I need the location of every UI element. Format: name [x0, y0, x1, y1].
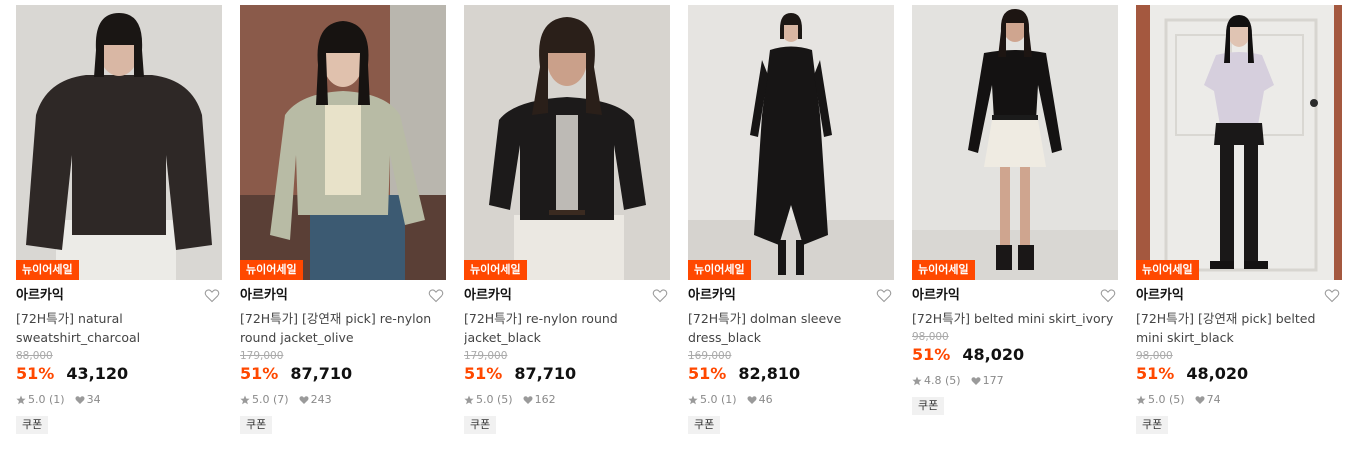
product-image[interactable]: 뉴이어세일 [1136, 5, 1342, 280]
coupon-tag: 쿠폰 [464, 416, 497, 434]
product-photo [240, 5, 446, 280]
sale-badge: 뉴이어세일 [16, 260, 79, 280]
product-card[interactable]: 뉴이어세일 아르카익 [72H특가] belted mini skirt_ivo… [912, 5, 1118, 415]
product-card[interactable]: 뉴이어세일 아르카익 [72H특가] re-nylon round jacket… [464, 5, 670, 434]
rating-value: 5.0 [28, 393, 46, 406]
discount-rate: 51% [688, 364, 727, 383]
product-image[interactable]: 뉴이어세일 [240, 5, 446, 280]
product-name[interactable]: [72H특가] [강연재 pick] re-nylon round jacket… [240, 309, 446, 347]
rating-value: 5.0 [1148, 393, 1166, 406]
like-count: 243 [310, 393, 332, 406]
discount-rate: 51% [1136, 364, 1175, 383]
original-price: 98,000 [1136, 350, 1173, 362]
like-count: 177 [982, 374, 1004, 387]
wishlist-heart-icon[interactable] [652, 288, 668, 303]
original-price: 88,000 [16, 350, 53, 362]
product-card[interactable]: 뉴이어세일 아르카익 [72H특가] [강연재 pick] belted min… [1136, 5, 1342, 434]
product-photo [16, 5, 222, 280]
sale-price: 48,020 [1186, 364, 1249, 383]
product-name[interactable]: [72H특가] re-nylon round jacket_black [464, 309, 670, 347]
brand-name[interactable]: 아르카익 [240, 288, 288, 303]
like-heart-icon [75, 396, 85, 404]
original-price: 98,000 [912, 331, 949, 343]
rating-value: 5.0 [252, 393, 270, 406]
wishlist-heart-icon[interactable] [1324, 288, 1340, 303]
wishlist-heart-icon[interactable] [428, 288, 444, 303]
original-price: 179,000 [464, 350, 508, 362]
product-image[interactable]: 뉴이어세일 [912, 5, 1118, 280]
product-image[interactable]: 뉴이어세일 [688, 5, 894, 280]
discount-rate: 51% [912, 345, 951, 364]
product-card[interactable]: 뉴이어세일 아르카익 [72H특가] natural sweatshirt_ch… [16, 5, 222, 434]
product-name[interactable]: [72H특가] natural sweatshirt_charcoal [16, 309, 222, 347]
like-count: 162 [534, 393, 556, 406]
product-photo [464, 5, 670, 280]
product-photo [912, 5, 1118, 280]
star-icon [464, 395, 474, 405]
like-heart-icon [523, 396, 533, 404]
review-count: (5) [1169, 393, 1185, 406]
wishlist-heart-icon[interactable] [876, 288, 892, 303]
product-image[interactable]: 뉴이어세일 [464, 5, 670, 280]
product-name[interactable]: [72H특가] [강연재 pick] belted mini skirt_bla… [1136, 309, 1342, 347]
sale-badge: 뉴이어세일 [688, 260, 751, 280]
like-heart-icon [971, 377, 981, 385]
sale-badge: 뉴이어세일 [912, 260, 975, 280]
sale-price: 87,710 [514, 364, 577, 383]
sale-price: 43,120 [66, 364, 129, 383]
product-image[interactable]: 뉴이어세일 [16, 5, 222, 280]
rating-value: 4.8 [924, 374, 942, 387]
star-icon [688, 395, 698, 405]
sale-badge: 뉴이어세일 [464, 260, 527, 280]
review-count: (5) [497, 393, 513, 406]
coupon-tag: 쿠폰 [688, 416, 721, 434]
like-heart-icon [1195, 396, 1205, 404]
product-card[interactable]: 뉴이어세일 아르카익 [72H특가] dolman sleeve dress_b… [688, 5, 894, 434]
product-name[interactable]: [72H특가] belted mini skirt_ivory [912, 309, 1118, 328]
discount-rate: 51% [240, 364, 279, 383]
like-count: 34 [86, 393, 101, 406]
star-icon [240, 395, 250, 405]
coupon-tag: 쿠폰 [912, 397, 945, 415]
like-heart-icon [747, 396, 757, 404]
product-photo [688, 5, 894, 280]
original-price: 169,000 [688, 350, 732, 362]
like-count: 74 [1206, 393, 1221, 406]
discount-rate: 51% [16, 364, 55, 383]
review-count: (1) [49, 393, 65, 406]
product-card[interactable]: 뉴이어세일 아르카익 [72H특가] [강연재 pick] re-nylon r… [240, 5, 446, 434]
product-photo [1136, 5, 1342, 280]
review-count: (1) [721, 393, 737, 406]
like-count: 46 [758, 393, 773, 406]
product-grid: 뉴이어세일 아르카익 [72H특가] natural sweatshirt_ch… [0, 0, 1350, 476]
star-icon [912, 376, 922, 386]
coupon-tag: 쿠폰 [1136, 416, 1169, 434]
brand-name[interactable]: 아르카익 [464, 288, 512, 303]
wishlist-heart-icon[interactable] [1100, 288, 1116, 303]
review-count: (7) [273, 393, 289, 406]
like-heart-icon [299, 396, 309, 404]
sale-badge: 뉴이어세일 [240, 260, 303, 280]
sale-price: 87,710 [290, 364, 353, 383]
brand-name[interactable]: 아르카익 [912, 288, 960, 303]
coupon-tag: 쿠폰 [16, 416, 49, 434]
rating-value: 5.0 [476, 393, 494, 406]
star-icon [1136, 395, 1146, 405]
product-name[interactable]: [72H특가] dolman sleeve dress_black [688, 309, 894, 347]
brand-name[interactable]: 아르카익 [688, 288, 736, 303]
sale-price: 48,020 [962, 345, 1025, 364]
brand-name[interactable]: 아르카익 [16, 288, 64, 303]
star-icon [16, 395, 26, 405]
sale-price: 82,810 [738, 364, 801, 383]
discount-rate: 51% [464, 364, 503, 383]
wishlist-heart-icon[interactable] [204, 288, 220, 303]
coupon-tag: 쿠폰 [240, 416, 273, 434]
rating-value: 5.0 [700, 393, 718, 406]
brand-name[interactable]: 아르카익 [1136, 288, 1184, 303]
sale-badge: 뉴이어세일 [1136, 260, 1199, 280]
original-price: 179,000 [240, 350, 284, 362]
review-count: (5) [945, 374, 961, 387]
